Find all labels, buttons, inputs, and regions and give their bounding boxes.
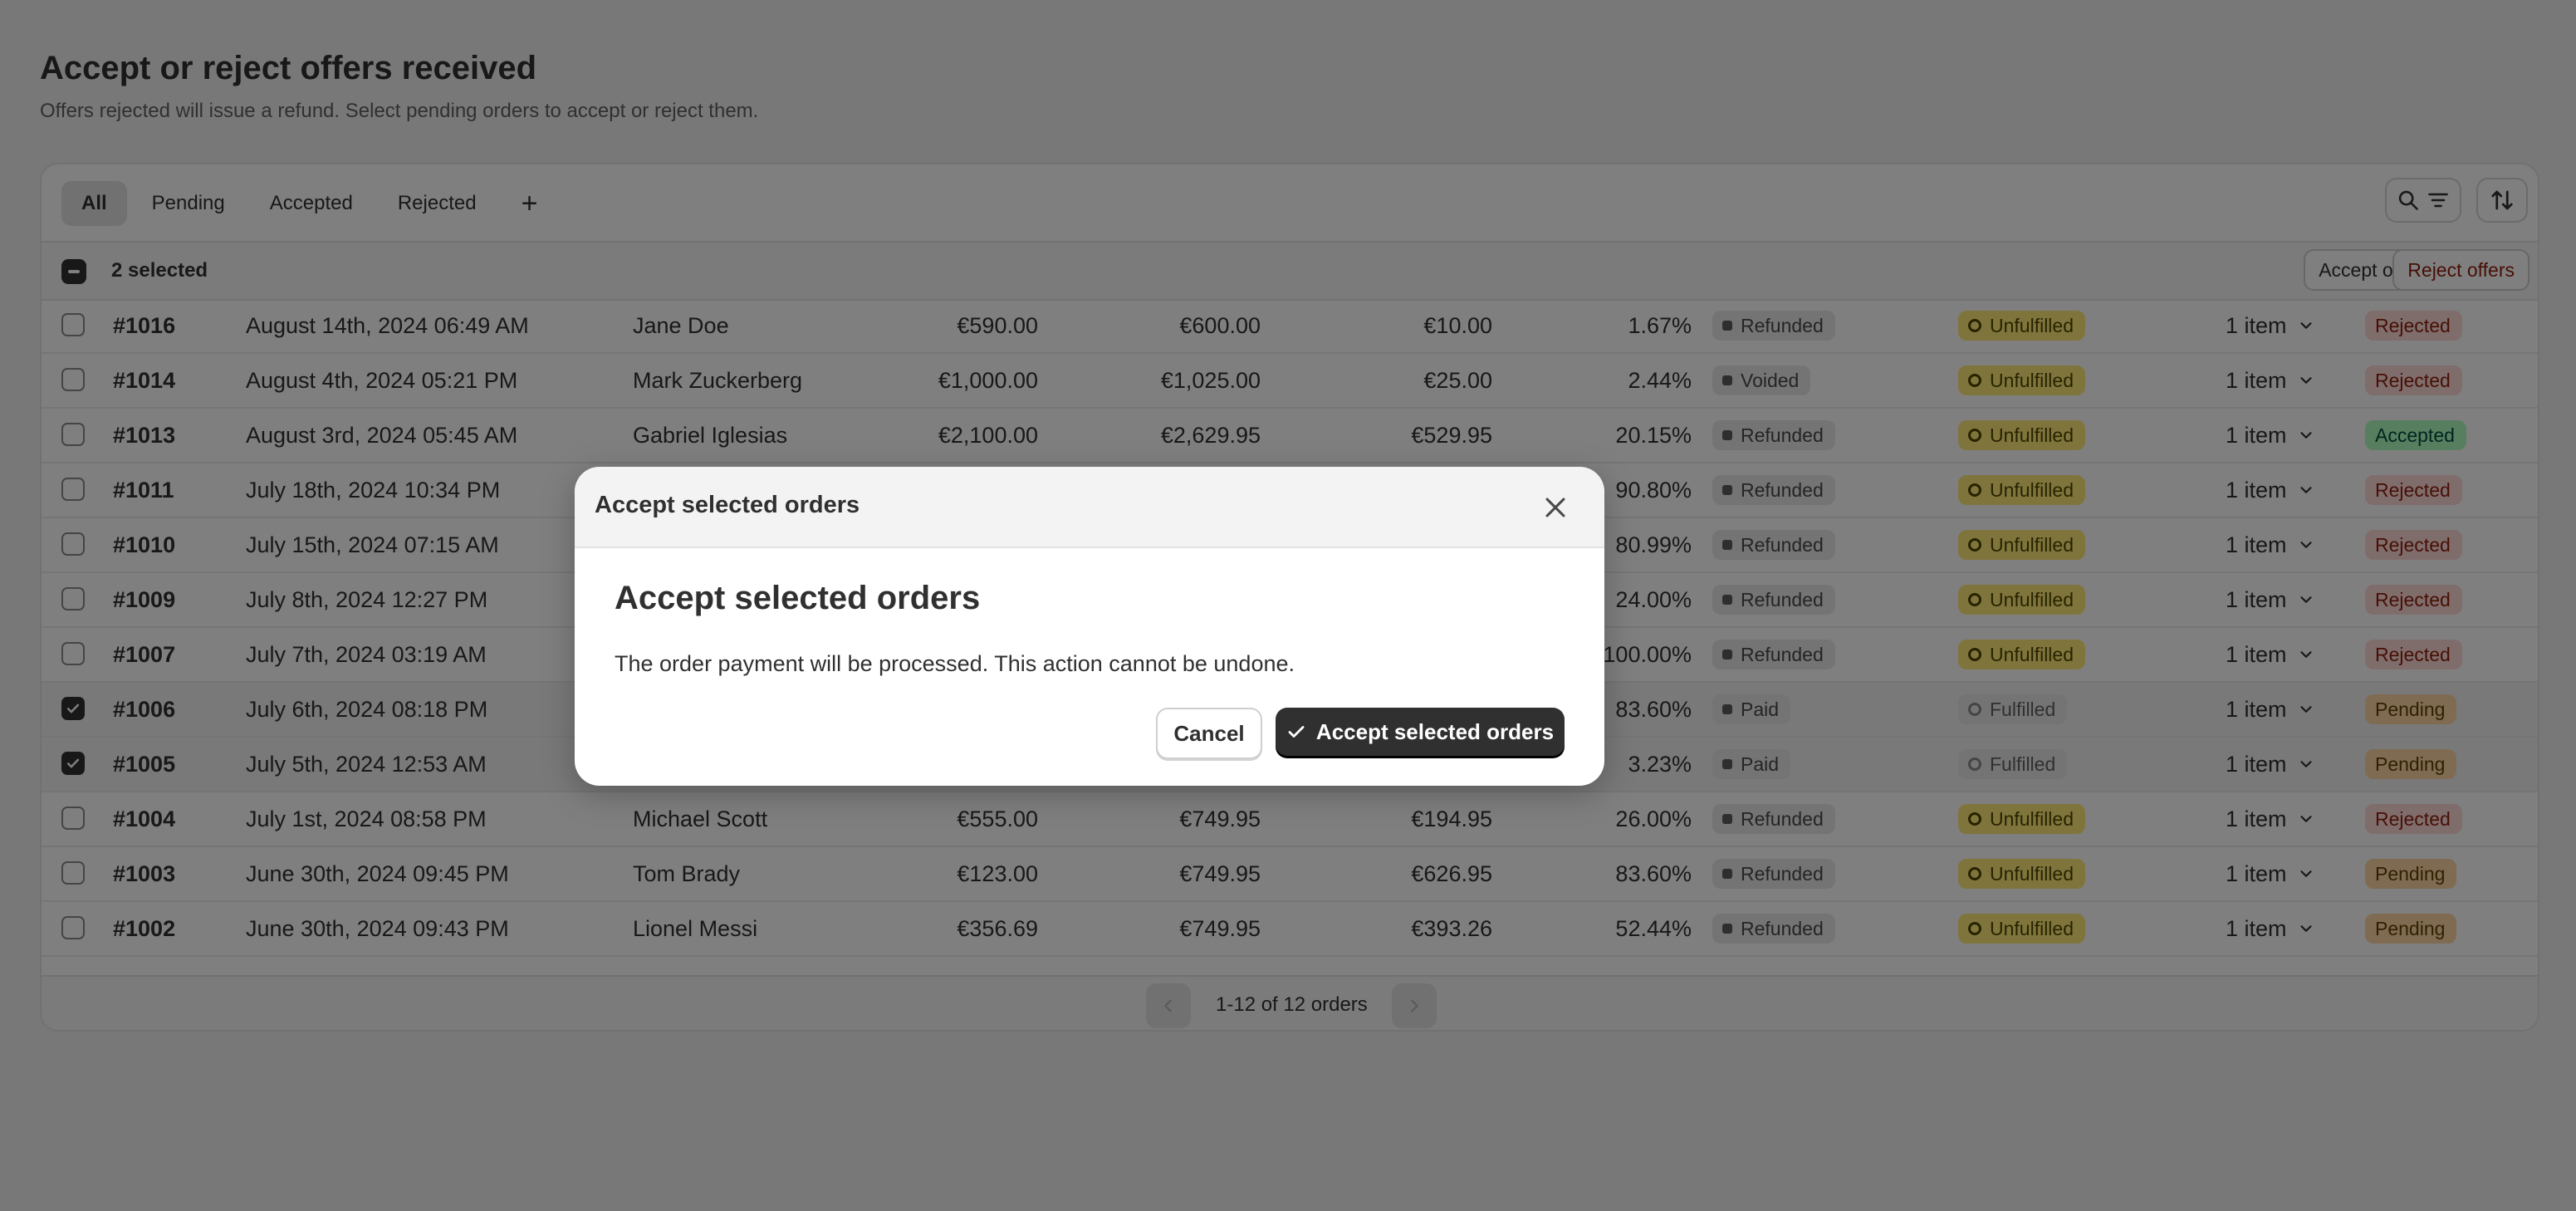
modal-heading: Accept selected orders	[615, 580, 981, 616]
close-icon[interactable]	[1541, 493, 1570, 522]
modal-header-title: Accept selected orders	[595, 492, 860, 518]
modal-body-text: The order payment will be processed. Thi…	[615, 651, 1295, 676]
cancel-button[interactable]: Cancel	[1156, 708, 1262, 759]
accept-selected-orders-label: Accept selected orders	[1315, 718, 1555, 744]
checkmark-icon	[1288, 726, 1305, 738]
modal-header: Accept selected orders	[575, 467, 1604, 548]
accept-selected-orders-button[interactable]: Accept selected orders	[1276, 708, 1565, 756]
accept-orders-modal: Accept selected orders Accept selected o…	[575, 467, 1604, 786]
